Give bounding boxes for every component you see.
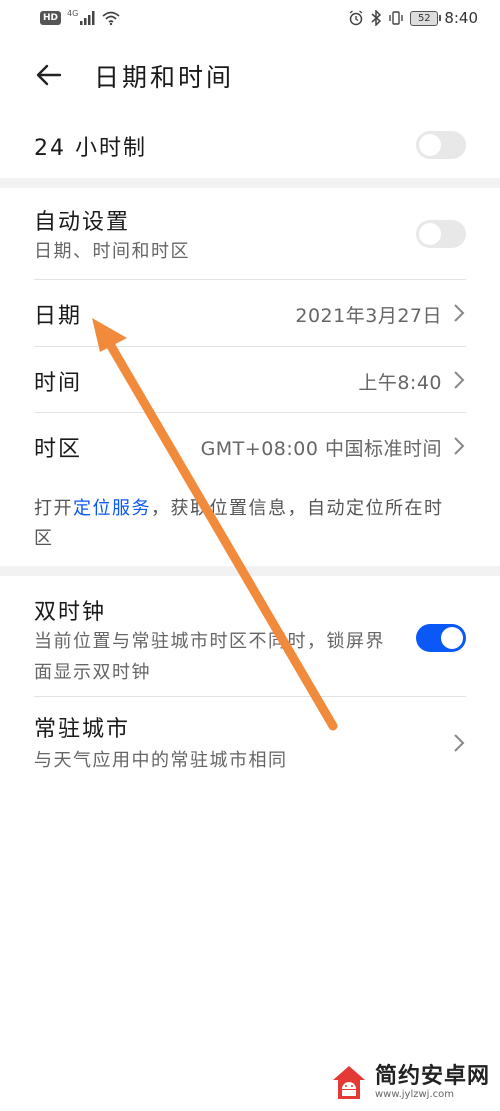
toggle-24-hour[interactable] [416, 131, 466, 159]
arrow-left-icon[interactable] [34, 60, 64, 90]
location-service-link[interactable]: 定位服务 [73, 498, 151, 519]
signal-icon [80, 11, 95, 25]
status-left: HD 4G [40, 8, 120, 25]
setting-home-city[interactable]: 常驻城市 与天气应用中的常驻城市相同 [0, 697, 500, 787]
status-bar: HD 4G 52 8:40 [0, 0, 500, 36]
chevron-right-icon [454, 734, 465, 752]
setting-24-hour-label: 24 小时制 [34, 136, 147, 161]
setting-date-label: 日期 [34, 304, 83, 329]
android-logo-icon [332, 1066, 365, 1099]
battery-icon: 52 [410, 10, 442, 26]
wifi-icon [102, 11, 120, 25]
hd-badge: HD [40, 11, 62, 25]
chevron-right-icon [454, 437, 465, 455]
toggle-auto[interactable] [416, 220, 466, 248]
setting-time[interactable]: 时间 上午8:40 [0, 347, 500, 413]
watermark-text: 简约安卓网 www.jylzwj.com [375, 1065, 490, 1101]
setting-home-city-sub: 与天气应用中的常驻城市相同 [34, 750, 288, 771]
section-gap [0, 178, 500, 188]
chevron-right-icon [454, 371, 465, 389]
location-note-prefix: 打开 [34, 498, 73, 519]
status-time: 8:40 [444, 9, 478, 27]
vibrate-icon [389, 11, 404, 25]
setting-timezone-label: 时区 [34, 437, 83, 462]
toggle-dual-clock[interactable] [416, 624, 466, 652]
network-type: 4G [67, 8, 79, 18]
setting-time-label: 时间 [34, 371, 83, 396]
chevron-right-icon [454, 304, 465, 322]
setting-date[interactable]: 日期 2021年3月27日 [0, 280, 500, 346]
watermark-title: 简约安卓网 [374, 1064, 490, 1089]
setting-timezone[interactable]: 时区 GMT+08:00 中国标准时间 [0, 413, 500, 479]
alarm-icon [349, 10, 363, 26]
setting-auto-label: 自动设置 [34, 210, 131, 235]
setting-time-value: 上午8:40 [358, 372, 442, 394]
setting-dual-clock-sub: 当前位置与常驻城市时区不同时，锁屏界面显示双时钟 [34, 631, 385, 683]
toggle-knob [419, 134, 441, 156]
status-right: 52 8:40 [348, 9, 478, 27]
location-note: 打开定位服务，获取位置信息，自动定位所在时区 [34, 494, 460, 554]
setting-date-value: 2021年3月27日 [295, 305, 442, 327]
toggle-knob [419, 223, 441, 245]
setting-dual-clock[interactable]: 双时钟 当前位置与常驻城市时区不同时，锁屏界面显示双时钟 [0, 576, 500, 696]
page-title: 日期和时间 [94, 63, 235, 92]
header: 日期和时间 [0, 48, 500, 100]
watermark-url: www.jylzwj.com [374, 1089, 454, 1100]
setting-auto-sub: 日期、时间和时区 [34, 241, 190, 262]
watermark: 简约安卓网 www.jylzwj.com [329, 1063, 490, 1103]
setting-timezone-value: GMT+08:00 中国标准时间 [200, 438, 442, 460]
bluetooth-icon [371, 10, 382, 26]
section-gap [0, 566, 500, 576]
setting-dual-clock-label: 双时钟 [34, 600, 107, 625]
setting-24-hour[interactable]: 24 小时制 [0, 112, 500, 178]
setting-home-city-label: 常驻城市 [34, 717, 131, 742]
setting-auto[interactable]: 自动设置 日期、时间和时区 [0, 188, 500, 278]
toggle-knob [441, 627, 463, 649]
